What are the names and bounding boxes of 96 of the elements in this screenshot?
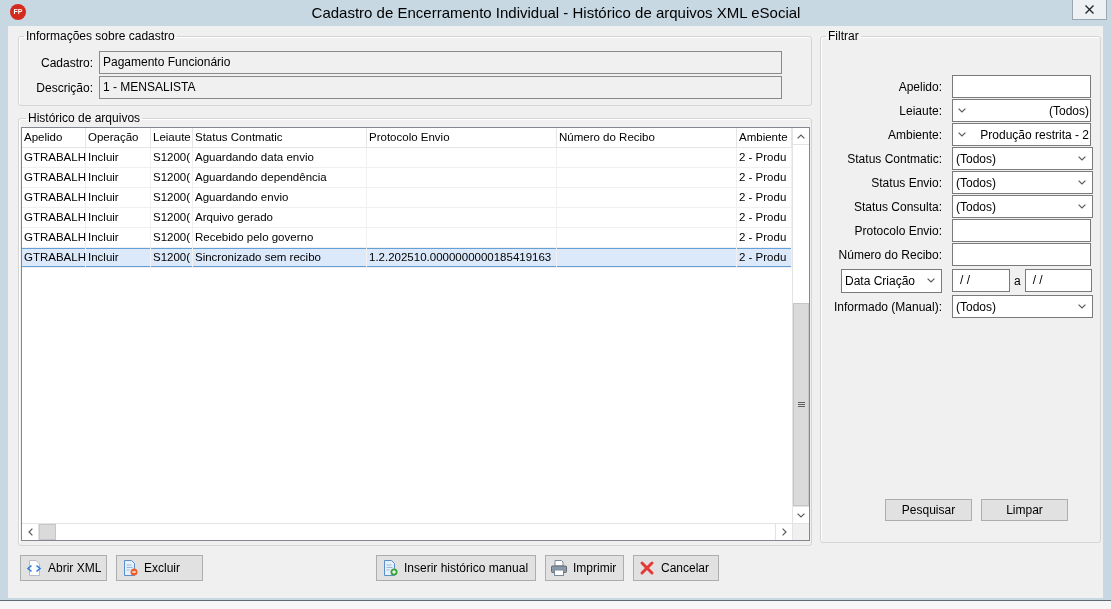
date-field[interactable]: / / [1024, 269, 1092, 292]
table-cell: Incluir [86, 248, 151, 267]
table-cell: S1200( [151, 228, 193, 247]
table-cell: Recebido pelo governo [193, 228, 367, 247]
date-field[interactable]: / / [952, 269, 1010, 292]
table-cell: S1200( [151, 188, 193, 207]
column-header[interactable]: Apelido [22, 128, 86, 147]
field-label: Descrição: [35, 79, 93, 97]
table-cell: Arquivo gerado [193, 208, 367, 227]
table-cell: S1200( [151, 248, 193, 267]
chevron-down-icon [1078, 304, 1086, 309]
dropdown[interactable]: (Todos) [952, 295, 1093, 318]
dropdown[interactable]: Produção restrita - 2 [952, 123, 1091, 146]
field-label: Status Consulta: [852, 198, 942, 216]
field-label: Status Envio: [870, 174, 942, 192]
table-row[interactable]: GTRABALH Incluir S1200( Arquivo gerado 2 - Produ [22, 208, 792, 228]
field-label: Informado (Manual): [832, 298, 942, 316]
group-title: Filtrar [827, 29, 860, 44]
cancel-icon [639, 560, 655, 576]
table-cell: Aguardando data envio [193, 148, 367, 167]
dropdown[interactable]: (Todos) [952, 99, 1091, 122]
table-cell: 1.2.202510.0000000000185419163 [367, 248, 557, 267]
table-row[interactable]: GTRABALH Incluir S1200( Aguardando data envio 2 - Produ [22, 148, 792, 168]
scrollbar-thumb[interactable] [793, 303, 809, 506]
table-cell: GTRABALH [22, 228, 86, 247]
column-header[interactable]: Operação [86, 128, 151, 147]
chevron-down-icon [927, 278, 935, 283]
column-header[interactable]: Status Contmatic [193, 128, 367, 147]
dropdown[interactable]: Data Criação [841, 268, 942, 293]
table-cell: S1200( [151, 148, 193, 167]
printer-icon [551, 560, 567, 576]
chevron-down-icon [1078, 204, 1086, 209]
table-cell: GTRABALH [22, 208, 86, 227]
action-button[interactable]: Inserir histórico manual [376, 555, 536, 581]
field-label: Cadastro: [39, 54, 93, 72]
table-cell: GTRABALH [22, 188, 86, 207]
filter-button[interactable]: Limpar [981, 499, 1068, 521]
chevron-right-icon [781, 528, 787, 536]
action-button[interactable]: Cancelar [633, 555, 719, 581]
table-cell: Incluir [86, 168, 151, 187]
field-label: Protocolo Envio: [853, 222, 942, 240]
action-button[interactable]: Abrir XML [20, 555, 107, 581]
input-field[interactable] [952, 219, 1091, 242]
table-cell: GTRABALH [22, 148, 86, 167]
close-icon [1085, 5, 1094, 14]
input-field[interactable] [952, 243, 1091, 266]
table-cell: Incluir [86, 208, 151, 227]
field-label: Status Contmatic: [846, 150, 942, 168]
table-cell: Sincronizado sem recibo [193, 248, 367, 267]
group-title: Informações sobre cadastro [25, 29, 176, 44]
table-cell: GTRABALH [22, 168, 86, 187]
table-row[interactable]: GTRABALH Incluir S1200( Aguardando envio 2 - Produ [22, 188, 792, 208]
filter-button[interactable]: Pesquisar [885, 499, 972, 521]
table-cell: Incluir [86, 228, 151, 247]
chevron-down-icon [1078, 180, 1086, 185]
dropdown[interactable]: (Todos) [952, 147, 1093, 170]
group-title: Histórico de arquivos [27, 111, 142, 126]
chevron-down-icon [797, 512, 805, 518]
input-field[interactable] [952, 75, 1091, 98]
table-row[interactable]: GTRABALH Incluir S1200( Aguardando dependência 2 - Produ [22, 168, 792, 188]
close-button[interactable] [1072, 0, 1107, 20]
field-label: Número do Recibo: [837, 246, 942, 264]
chevron-up-icon [797, 133, 805, 139]
vertical-scrollbar[interactable] [792, 128, 809, 523]
code-document-icon [26, 560, 42, 576]
table-cell: Aguardando envio [193, 188, 367, 207]
table-cell: GTRABALH [22, 248, 86, 267]
scrollbar-thumb[interactable] [39, 524, 56, 540]
column-header[interactable]: Número do Recibo [557, 128, 737, 147]
chevron-left-icon [27, 528, 33, 536]
table-cell: Incluir [86, 148, 151, 167]
action-button[interactable]: Imprimir [545, 555, 624, 581]
field-label: Leiaute: [898, 102, 942, 120]
readonly-field[interactable]: 1 - MENSALISTA [99, 76, 782, 99]
column-header[interactable]: Leiaute [151, 128, 193, 147]
chevron-down-icon [1078, 156, 1086, 161]
table-row[interactable]: GTRABALH Incluir S1200( Sincronizado sem recibo 1.2.202510.0000000000185419163 2 - Produ [22, 248, 792, 268]
table-row[interactable]: GTRABALH Incluir S1200( Recebido pelo governo 2 - Produ [22, 228, 792, 248]
window-title: Cadastro de Encerramento Individual - Histórico de arquivos XML eSocial [310, 3, 802, 23]
grip-icon [797, 402, 805, 407]
dropdown[interactable]: (Todos) [952, 171, 1093, 194]
field-label: Apelido: [897, 78, 942, 96]
range-separator: a [1013, 272, 1022, 290]
chevron-down-icon [958, 108, 966, 113]
table-cell: S1200( [151, 168, 193, 187]
document-plus-icon [382, 560, 398, 576]
action-button[interactable]: Excluir [116, 555, 203, 581]
readonly-field[interactable]: Pagamento Funcionário [99, 51, 782, 74]
table-cell: Aguardando dependência [193, 168, 367, 187]
table-cell: S1200( [151, 208, 193, 227]
field-label: Ambiente: [886, 126, 942, 144]
column-header[interactable]: Protocolo Envio [367, 128, 557, 147]
table-cell: Incluir [86, 188, 151, 207]
document-minus-icon [122, 560, 138, 576]
chevron-down-icon [958, 132, 966, 137]
dropdown[interactable]: (Todos) [952, 195, 1093, 218]
